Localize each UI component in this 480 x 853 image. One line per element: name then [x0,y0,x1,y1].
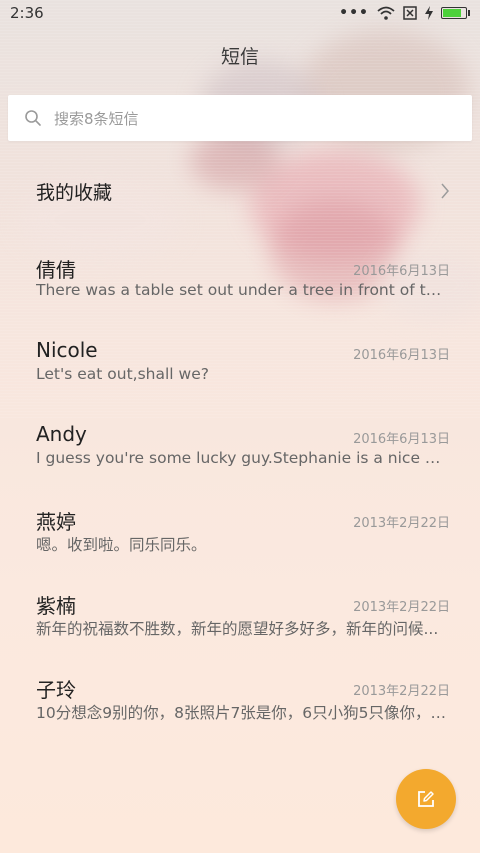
conversation-date: 2013年2月22日 [353,684,450,699]
conversation-snippet: There was a table set out under a tree i… [36,281,450,299]
conversation-name: Andy [36,422,87,446]
wifi-icon [377,6,395,20]
sim-icon [403,6,417,20]
conversation-snippet: 嗯。收到啦。同乐同乐。 [36,536,207,554]
conversation-snippet: 新年的祝福数不胜数，新年的愿望好多好多，新年的问候... [36,620,439,638]
conversation-name: Nicole [36,338,98,362]
conversation-item[interactable]: Nicole 2016年6月13日 Let's eat out,shall we… [0,332,480,416]
search-icon [25,110,41,126]
conversation-name: 燕婷 [36,510,76,534]
conversation-list: 倩倩 2016年6月13日 There was a table set out … [0,248,480,752]
conversation-item[interactable]: 燕婷 2013年2月22日 嗯。收到啦。同乐同乐。 [0,500,480,584]
conversation-name: 倩倩 [36,258,76,282]
battery-icon [441,7,470,19]
conversation-item[interactable]: 紫楠 2013年2月22日 新年的祝福数不胜数，新年的愿望好多好多，新年的问候.… [0,584,480,668]
search-bar[interactable]: 搜索8条短信 [8,95,472,141]
status-time: 2:36 [10,4,44,22]
conversation-item[interactable]: Andy 2016年6月13日 I guess you're some luck… [0,416,480,500]
charging-icon [425,6,433,20]
conversation-item[interactable]: 倩倩 2016年6月13日 There was a table set out … [0,248,480,332]
conversation-name: 子玲 [36,678,76,702]
favorites-row[interactable]: 我的收藏 [0,168,480,214]
conversation-date: 2013年2月22日 [353,516,450,531]
compose-icon [418,791,434,807]
page-title: 短信 [220,46,259,68]
conversation-date: 2016年6月13日 [353,264,450,279]
conversation-name: 紫楠 [36,594,76,618]
conversation-date: 2016年6月13日 [353,348,450,363]
favorites-label: 我的收藏 [36,181,113,204]
conversation-snippet: I guess you're some lucky guy.Stephanie … [36,449,450,467]
conversation-snippet: Let's eat out,shall we? [36,365,209,383]
compose-button[interactable] [396,769,456,829]
search-input[interactable]: 搜索8条短信 [54,108,139,129]
conversation-date: 2016年6月13日 [353,432,450,447]
status-bar: 2:36 ••• [0,0,480,26]
notification-dots: ••• [339,5,369,21]
conversation-date: 2013年2月22日 [353,600,450,615]
conversation-snippet: 10分想念9别的你，8张照片7张是你，6只小狗5只像你，4... [36,704,450,722]
conversation-item[interactable]: 子玲 2013年2月22日 10分想念9别的你，8张照片7张是你，6只小狗5只像… [0,668,480,752]
chevron-right-icon [441,183,449,199]
